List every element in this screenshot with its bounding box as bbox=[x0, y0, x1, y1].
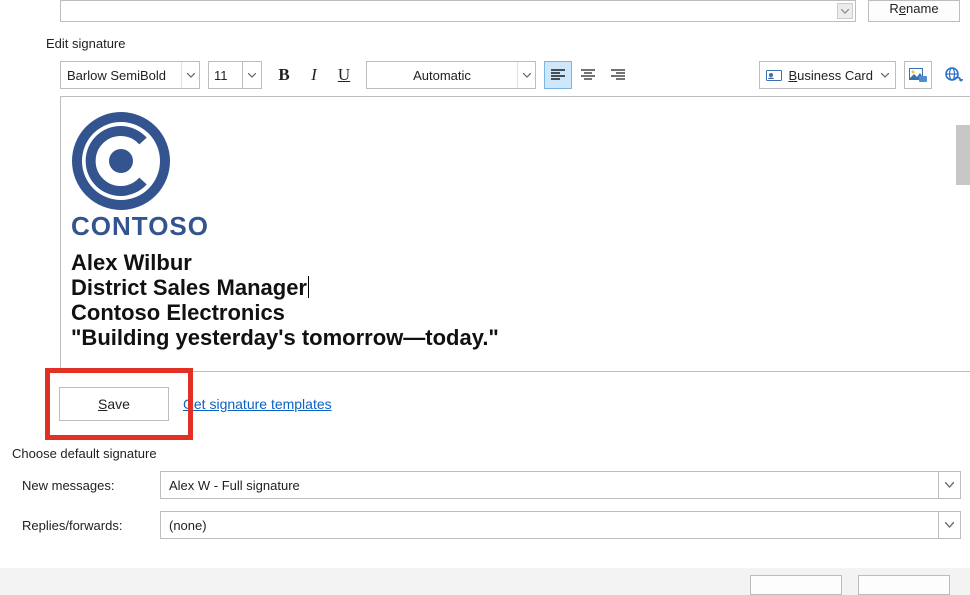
signature-name: Alex Wilbur bbox=[71, 250, 960, 275]
rename-label-post: name bbox=[906, 1, 939, 16]
company-logo: CONTOSO bbox=[71, 111, 191, 242]
chevron-down-icon[interactable] bbox=[837, 3, 853, 19]
font-select-value: Barlow SemiBold bbox=[61, 68, 181, 83]
chevron-down-icon[interactable] bbox=[881, 73, 889, 78]
font-size-value: 11 bbox=[214, 68, 228, 83]
scrollbar-thumb[interactable] bbox=[956, 125, 970, 185]
font-select[interactable]: Barlow SemiBold bbox=[60, 61, 200, 89]
insert-picture-button[interactable] bbox=[904, 61, 932, 89]
dialog-footer bbox=[0, 568, 970, 595]
save-label-rest: ave bbox=[107, 396, 130, 412]
new-messages-select[interactable]: Alex W - Full signature bbox=[160, 471, 961, 499]
signature-list-box[interactable] bbox=[60, 0, 856, 22]
rename-button[interactable]: Rename bbox=[868, 0, 960, 22]
text-cursor-icon bbox=[308, 276, 309, 298]
font-size-dropdown[interactable] bbox=[242, 61, 262, 89]
signature-company: Contoso Electronics bbox=[71, 300, 960, 325]
font-size-input[interactable]: 11 bbox=[208, 61, 242, 89]
get-templates-link[interactable]: Get signature templates bbox=[183, 396, 332, 412]
edit-signature-label: Edit signature bbox=[46, 36, 126, 51]
signature-title: District Sales Manager bbox=[71, 275, 307, 300]
font-color-value: Automatic bbox=[367, 68, 517, 83]
replies-forwards-value: (none) bbox=[161, 518, 938, 533]
bold-button[interactable]: B bbox=[270, 61, 298, 89]
rename-label-pre: R bbox=[889, 1, 898, 16]
signature-toolbar: Barlow SemiBold 11 B I U Automatic bbox=[60, 60, 970, 90]
save-button[interactable]: Save bbox=[59, 387, 169, 421]
save-label-u: S bbox=[98, 396, 107, 412]
bcard-label-rest: usiness Card bbox=[797, 68, 873, 83]
chevron-down-icon[interactable] bbox=[938, 472, 960, 498]
insert-link-button[interactable] bbox=[940, 61, 968, 89]
signature-editor[interactable]: CONTOSO Alex Wilbur District Sales Manag… bbox=[60, 96, 970, 372]
chevron-down-icon[interactable] bbox=[938, 512, 960, 538]
align-right-button[interactable] bbox=[604, 61, 632, 89]
footer-button-2[interactable] bbox=[858, 575, 950, 595]
new-messages-label: New messages: bbox=[22, 478, 160, 493]
business-card-icon bbox=[766, 68, 782, 82]
footer-button-1[interactable] bbox=[750, 575, 842, 595]
underline-button[interactable]: U bbox=[330, 61, 358, 89]
bcard-label-u: B bbox=[788, 68, 797, 83]
signature-tagline: "Building yesterday's tomorrow—today." bbox=[71, 325, 960, 350]
chevron-down-icon[interactable] bbox=[181, 62, 199, 88]
align-center-button[interactable] bbox=[574, 61, 602, 89]
align-left-button[interactable] bbox=[544, 61, 572, 89]
business-card-button[interactable]: Business Card bbox=[759, 61, 896, 89]
font-color-select[interactable]: Automatic bbox=[366, 61, 536, 89]
logo-text: CONTOSO bbox=[71, 211, 191, 242]
replies-forwards-select[interactable]: (none) bbox=[160, 511, 961, 539]
rename-label-u: e bbox=[899, 1, 906, 16]
chevron-down-icon[interactable] bbox=[517, 62, 535, 88]
choose-default-label: Choose default signature bbox=[12, 446, 157, 461]
replies-forwards-label: Replies/forwards: bbox=[22, 518, 160, 533]
italic-button[interactable]: I bbox=[300, 61, 328, 89]
new-messages-value: Alex W - Full signature bbox=[161, 478, 938, 493]
